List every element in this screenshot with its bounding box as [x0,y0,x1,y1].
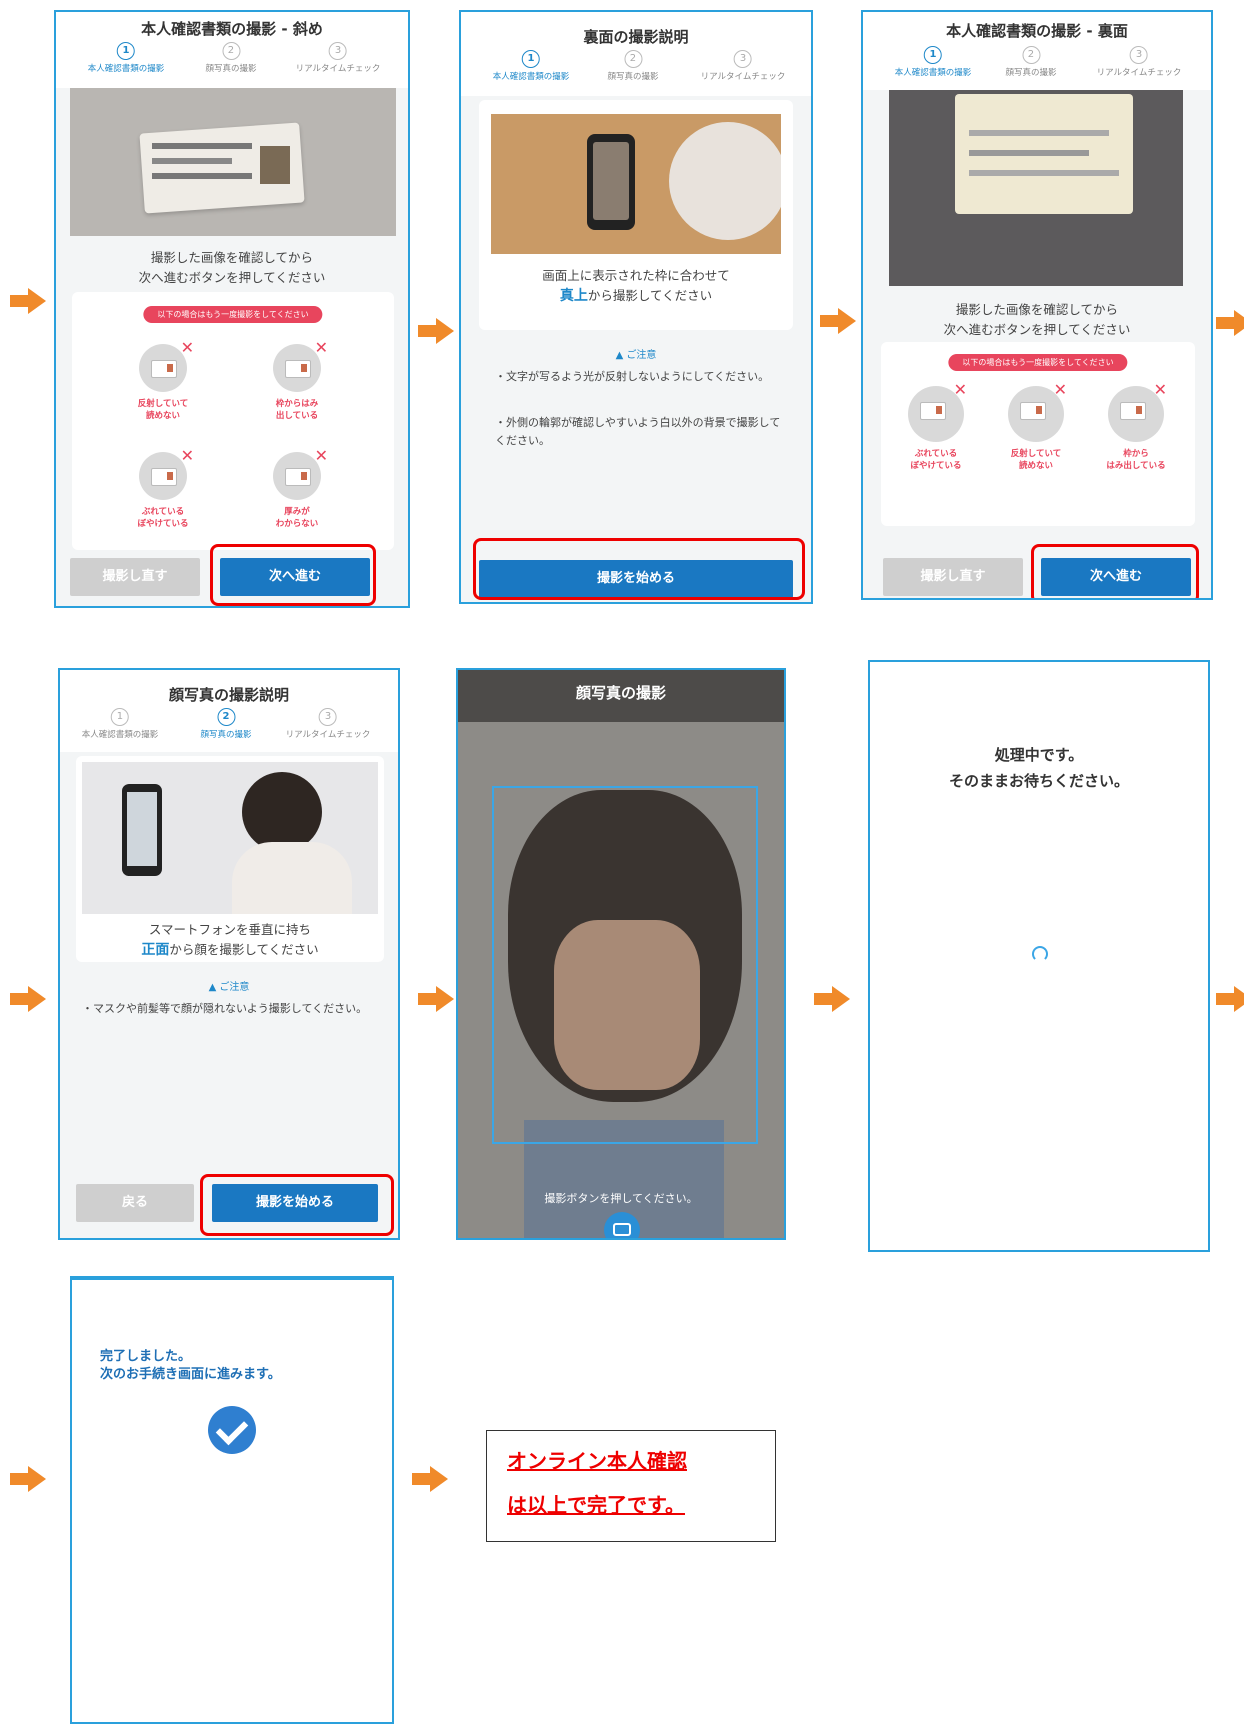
x-icon: ✕ [180,446,194,465]
step-indicator: 1 本人確認書類の撮影 2 顔写真の撮影 3 リアルタイムチェック [461,50,811,82]
step-indicator: 1 本人確認書類の撮影 2 顔写真の撮影 3 リアルタイムチェック [56,42,408,74]
retake-pill: 以下の場合はもう一度撮影をしてください [948,354,1128,371]
x-icon: ✕ [953,380,967,399]
step-1: 1 本人確認書類の撮影 [895,46,971,78]
step-indicator: 1 本人確認書類の撮影 2 顔写真の撮影 3 リアルタイムチェック [863,46,1211,78]
camera-icon [613,1223,631,1236]
flow-arrow-icon [418,318,454,344]
sample-out-of-frame: ✕ 枠から はみ出している [1106,380,1167,471]
caution-note-1: ・文字が写るよう光が反射しないようにしてください。 [495,370,770,383]
step-2: 2 顔写真の撮影 [1005,46,1057,78]
confirm-message: 撮影した画像を確認してから 次へ進むボタンを押してください [138,250,326,285]
highlight-box [473,538,805,600]
id-back-photo [889,90,1183,286]
step-3: 3 リアルタイムチェック [701,50,785,82]
retake-pill: 以下の場合はもう一度撮影をしてください [143,306,323,323]
retake-button[interactable]: 撮影し直す [70,558,200,596]
final-note-line2: は以上で完了です。 [507,1493,685,1517]
retake-button[interactable]: 撮影し直す [883,558,1023,596]
sample-out-of-frame: ✕ 枠からはみ 出している [252,338,342,422]
flow-arrow-icon [1216,986,1244,1012]
screen-face-instructions: 顔写真の撮影説明 1 本人確認書類の撮影 2 顔写真の撮影 3 リアルタイムチェック … [58,668,400,1240]
screen-processing: 処理中です。 そのままお待ちください。 [868,660,1210,1252]
capture-hint: 撮影ボタンを押してください。 [544,1192,698,1205]
screen-id-oblique: 本人確認書類の撮影 - 斜め 1 本人確認書類の撮影 2 顔写真の撮影 3 リアルタイ… [54,10,410,608]
selfie-photo [82,762,378,914]
screen-id-back: 本人確認書類の撮影 - 裏面 1 本人確認書類の撮影 2 顔写真の撮影 3 リアルタイ… [861,10,1213,600]
final-note-line1: オンライン本人確認 [507,1449,687,1473]
sample-blurry: ✕ ぶれている ぼやけている [891,380,981,472]
instruction-panel: 画面上に表示された枠に合わせて 真上から撮影してください [479,100,793,330]
loading-spinner-icon [1032,946,1048,962]
step-indicator: 1 本人確認書類の撮影 2 顔写真の撮影 3 リアルタイムチェック [60,708,398,740]
x-icon: ✕ [314,338,328,357]
step-3: 3 リアルタイムチェック [1097,46,1181,78]
sample-reflection: ✕ 反射していて 読めない [991,380,1081,472]
caution-heading: ▲ ご注意 [615,350,657,361]
step-2: 2 顔写真の撮影 [200,708,252,740]
screen-title: 本人確認書類の撮影 - 裏面 [946,22,1128,40]
face-guide-frame [492,786,758,1144]
screen-title: 裏面の撮影説明 [583,28,689,46]
highlight-box [1031,544,1199,598]
screen-face-capture: 顔写真の撮影 撮影ボタンを押してください。 [456,668,786,1240]
id-card-photo [70,88,396,236]
complete-message: 完了しました。 次のお手続き画面に進みます。 [100,1349,281,1382]
flow-arrow-icon [1216,310,1244,336]
flow-arrow-icon [10,1466,46,1492]
processing-message: 処理中です。 そのままお待ちください。 [948,746,1129,790]
sample-reflection: ✕ 反射していて 読めない [137,338,194,421]
x-icon: ✕ [1153,380,1167,399]
screen-title: 本人確認書類の撮影 - 斜め [141,20,323,38]
step-3: 3 リアルタイムチェック [296,42,380,74]
check-circle-icon [208,1406,256,1454]
step-1: 1 本人確認書類の撮影 [493,50,569,82]
x-icon: ✕ [1053,380,1067,399]
phone-shooting-photo [491,114,781,254]
final-note-box: オンライン本人確認 は以上で完了です。 [486,1430,776,1542]
retake-panel: 以下の場合はもう一度撮影をしてください ✕ 反射していて 読めない ✕ 枠からはみ … [72,292,394,550]
step-1: 1 本人確認書類の撮影 [88,42,164,74]
caution-note-2: ・外側の輪郭が確認しやすいよう白以外の背景で撮影してください。 [495,416,781,447]
step-1: 1 本人確認書類の撮影 [82,708,158,740]
highlight-box [200,1174,394,1236]
instruction-panel: スマートフォンを垂直に持ち 正面から顔を撮影してください [76,756,384,962]
back-button[interactable]: 戻る [76,1184,194,1222]
sample-blurry: ✕ ぶれている ぼやけている [137,446,194,529]
flow-arrow-icon [820,308,856,334]
flow-arrow-icon [412,1466,448,1492]
instruction-message: 画面上に表示された枠に合わせて 真上から撮影してください [542,268,730,304]
caution-heading: ▲ ご注意 [208,982,250,993]
caution-note-1: ・マスクや前髪等で顔が隠れないよう撮影してください。 [82,1002,368,1015]
screen-complete: 完了しました。 次のお手続き画面に進みます。 [70,1276,394,1724]
camera-button[interactable] [604,1212,640,1238]
flow-arrow-icon [10,288,46,314]
x-icon: ✕ [180,338,194,357]
sample-no-thickness: ✕ 厚みが わからない [252,446,342,530]
screen-back-instructions: 裏面の撮影説明 1 本人確認書類の撮影 2 顔写真の撮影 3 リアルタイムチェック 画… [459,10,813,604]
screen-title: 顔写真の撮影説明 [168,686,289,704]
instruction-message: スマートフォンを垂直に持ち 正面から顔を撮影してください [141,922,319,958]
step-3: 3 リアルタイムチェック [286,708,370,740]
confirm-message: 撮影した画像を確認してから 次へ進むボタンを押してください [943,302,1131,337]
step-2: 2 顔写真の撮影 [607,50,659,82]
retake-panel: 以下の場合はもう一度撮影をしてください ✕ ぶれている ぼやけている ✕ 反射してい… [881,342,1195,526]
x-icon: ✕ [314,446,328,465]
flow-arrow-icon [10,986,46,1012]
screen-title: 顔写真の撮影 [575,684,666,702]
highlight-box [210,544,376,606]
flow-arrow-icon [814,986,850,1012]
step-2: 2 顔写真の撮影 [205,42,257,74]
flow-arrow-icon [418,986,454,1012]
